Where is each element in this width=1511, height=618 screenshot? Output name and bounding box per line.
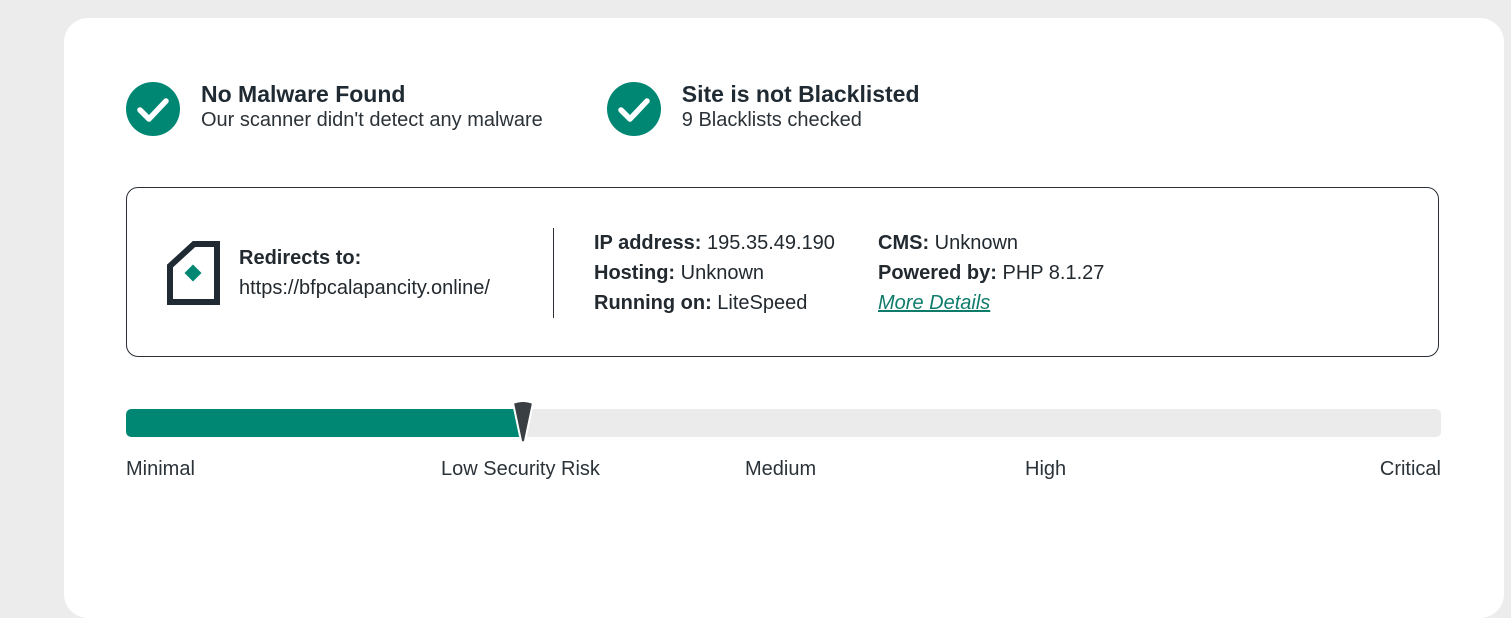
redirect-info: Redirects to: https://bfpcalapancity.onl… — [239, 243, 490, 303]
risk-meter-track — [126, 409, 1441, 437]
blacklist-status-subtitle: 9 Blacklists checked — [681, 109, 862, 131]
ip-address-label: IP address: — [594, 232, 702, 254]
ip-address-value: 195.35.49.190 — [707, 232, 835, 254]
hosting-value: Unknown — [680, 262, 765, 284]
divider — [553, 228, 554, 318]
hosting-row: Hosting: Unknown — [594, 258, 835, 288]
cms-label: CMS: — [878, 232, 930, 254]
more-details-link[interactable]: More Details — [878, 292, 990, 314]
blacklist-status: Site is not Blacklisted 9 Blacklists che… — [606, 81, 920, 136]
risk-marker-icon — [511, 400, 535, 444]
software-info: CMS: Unknown Powered by: PHP 8.1.27 More… — [878, 228, 1104, 318]
risk-meter-fill — [126, 409, 523, 437]
malware-status: No Malware Found Our scanner didn't dete… — [126, 81, 543, 136]
hosting-label: Hosting: — [594, 262, 676, 284]
malware-status-text: No Malware Found Our scanner didn't dete… — [201, 81, 543, 132]
powered-by-label: Powered by: — [878, 262, 997, 284]
risk-label-medium: Medium — [745, 458, 817, 480]
blacklist-status-title: Site is not Blacklisted — [681, 81, 920, 107]
risk-label-low: Low Security Risk — [441, 458, 600, 480]
running-on-label: Running on: — [594, 292, 712, 314]
risk-label-high: High — [1025, 458, 1067, 480]
scan-result-card: No Malware Found Our scanner didn't dete… — [64, 18, 1504, 618]
malware-status-title: No Malware Found — [201, 81, 406, 107]
powered-by-value: PHP 8.1.27 — [1002, 262, 1105, 284]
malware-status-subtitle: Our scanner didn't detect any malware — [201, 109, 543, 131]
check-circle-icon — [126, 82, 180, 136]
cms-value: Unknown — [934, 232, 1019, 254]
ip-address-row: IP address: 195.35.49.190 — [594, 228, 835, 258]
redirect-label: Redirects to: — [239, 247, 362, 269]
running-on-value: LiteSpeed — [717, 292, 808, 314]
redirect-url: https://bfpcalapancity.online/ — [239, 277, 490, 299]
check-circle-icon — [606, 82, 661, 136]
powered-by-row: Powered by: PHP 8.1.27 — [878, 258, 1104, 288]
risk-label-minimal: Minimal — [126, 458, 195, 480]
server-info: IP address: 195.35.49.190 Hosting: Unkno… — [594, 228, 835, 318]
blacklist-status-text: Site is not Blacklisted 9 Blacklists che… — [682, 81, 920, 132]
risk-label-critical: Critical — [1379, 458, 1441, 480]
site-page-icon — [167, 241, 220, 305]
running-on-row: Running on: LiteSpeed — [594, 288, 835, 318]
status-summary: No Malware Found Our scanner didn't dete… — [126, 81, 920, 136]
risk-scale-labels: Minimal Low Security Risk Medium High Cr… — [126, 458, 1441, 484]
site-info-box: Redirects to: https://bfpcalapancity.onl… — [126, 187, 1439, 357]
more-details-row: More Details — [878, 288, 1104, 318]
cms-row: CMS: Unknown — [878, 228, 1104, 258]
